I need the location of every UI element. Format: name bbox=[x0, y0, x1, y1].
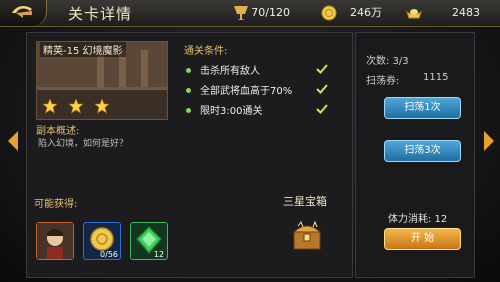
stage-detail-screen: 关卡详情 70/120 246万 2483 精英-15 幻境魔影 副本概述: 陷… bbox=[0, 0, 500, 282]
gold-coin-icon bbox=[321, 5, 337, 21]
stamina-value: 70/120 bbox=[251, 6, 290, 19]
stamina-cup-icon bbox=[234, 6, 248, 20]
reward-gold-coin[interactable]: 0/56 bbox=[83, 222, 121, 260]
next-stage-arrow-icon[interactable] bbox=[482, 130, 496, 152]
sweep-tickets-label: 扫荡券: bbox=[366, 76, 400, 87]
page-title: 关卡详情 bbox=[68, 5, 133, 23]
bullet-dot bbox=[186, 108, 191, 113]
silver-counter: 2483 bbox=[405, 4, 480, 22]
prev-stage-arrow-icon[interactable] bbox=[6, 130, 20, 152]
gold-ingot-icon bbox=[406, 9, 422, 19]
rewards-label: 可能获得: bbox=[34, 199, 78, 210]
check-icon bbox=[316, 64, 328, 74]
star-icon bbox=[68, 98, 84, 114]
stamina-counter: 70/120 bbox=[232, 4, 290, 22]
stage-summary: 陷入幻境，如何是好？ bbox=[38, 139, 129, 149]
star-icon bbox=[42, 98, 58, 114]
reward-count: 0/56 bbox=[100, 250, 118, 259]
start-button[interactable]: 开 始 bbox=[384, 228, 461, 250]
bullet-dot bbox=[186, 88, 191, 93]
back-arrow-icon bbox=[12, 5, 32, 18]
gold-counter: 246万 bbox=[320, 4, 382, 22]
star-icon bbox=[94, 98, 110, 114]
attempts-text: 次数: 3/3 bbox=[366, 56, 409, 67]
treasure-chest-icon[interactable] bbox=[289, 218, 325, 254]
stage-name: 精英-15 幻境魔影 bbox=[40, 42, 126, 57]
sweep-tickets-count: 1115 bbox=[423, 72, 449, 83]
back-button[interactable] bbox=[0, 0, 47, 26]
bullet-dot bbox=[186, 68, 191, 73]
general-portrait-icon bbox=[37, 223, 73, 259]
chest-label: 三星宝箱 bbox=[283, 195, 327, 208]
sweep-thrice-button[interactable]: 扫荡3次 bbox=[384, 140, 461, 162]
check-icon bbox=[316, 84, 328, 94]
reward-general-portrait[interactable] bbox=[36, 222, 74, 260]
gold-value: 246万 bbox=[350, 6, 382, 19]
sweep-once-button[interactable]: 扫荡1次 bbox=[384, 97, 461, 119]
top-bar: 关卡详情 70/120 246万 2483 bbox=[0, 0, 500, 27]
condition-item: 全部武将血高于70% bbox=[200, 86, 293, 97]
reward-count: 12 bbox=[153, 250, 164, 259]
conditions-label: 通关条件: bbox=[184, 46, 228, 57]
check-icon bbox=[316, 104, 328, 114]
summary-label: 副本概述: bbox=[36, 126, 80, 137]
silver-value: 2483 bbox=[452, 6, 480, 19]
stamina-cost-text: 体力消耗: 12 bbox=[388, 214, 448, 225]
reward-green-jade[interactable]: 12 bbox=[130, 222, 168, 260]
condition-item: 击杀所有敌人 bbox=[200, 66, 260, 77]
condition-item: 限时3:00通关 bbox=[200, 106, 263, 117]
